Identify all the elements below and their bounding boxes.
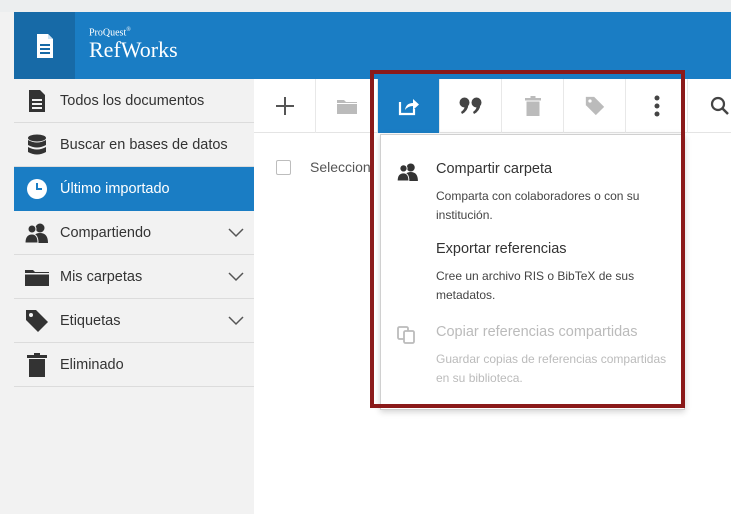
sidebar-item-all-documents[interactable]: Todos los documentos [14,79,254,123]
folder-icon [336,99,357,114]
tag-icon [26,309,48,332]
chevron-down-icon[interactable] [218,315,254,326]
tag-button[interactable] [564,79,626,133]
brand: ProQuest® RefWorks [89,25,178,62]
add-button[interactable] [254,79,316,133]
search-icon [710,96,729,115]
menu-item-description: Cree un archivo RIS o BibTeX de sus meta… [436,269,635,302]
sidebar-item-label: Todos los documentos [60,92,205,109]
sidebar-item-label: Compartiendo [60,224,152,241]
toolbar [254,79,731,133]
sidebar: Todos los documentos Buscar en bases de … [14,79,254,514]
sidebar-item-label: Etiquetas [60,312,121,329]
plus-icon [275,97,294,115]
menu-item-description: Guardar copias de referencias compartida… [436,352,667,385]
cite-button[interactable] [440,79,502,133]
sidebar-item-deleted[interactable]: Eliminado [14,343,254,387]
share-icon [398,99,419,116]
select-all-row: Seleccion [276,159,371,175]
select-all-checkbox[interactable] [276,159,291,175]
sidebar-item-search-databases[interactable]: Buscar en bases de datos [14,123,254,167]
more-vertical-icon [654,95,659,117]
app-logo[interactable] [14,12,75,79]
users-icon [25,223,48,243]
folder-icon [25,269,49,286]
share-dropdown-menu: Compartir carpeta Comparta con colaborad… [380,134,685,410]
menu-item-title: Copiar referencias compartidas [436,324,638,340]
menu-item-title: Compartir carpeta [436,161,553,177]
tag-icon [585,96,604,116]
trash-icon [524,96,541,116]
sidebar-item-sharing[interactable]: Compartiendo [14,211,254,255]
clock-icon [27,178,47,199]
brand-refworks: RefWorks [89,37,178,63]
chevron-down-icon[interactable] [218,227,254,238]
add-to-folder-button[interactable] [316,79,378,133]
users-icon [396,163,418,182]
menu-item-description: Comparta con colaboradores o con su inst… [436,189,640,222]
sidebar-item-last-imported[interactable]: Último importado [14,167,254,211]
trash-icon [27,352,47,377]
share-button[interactable] [378,79,440,133]
sidebar-item-label: Mis carpetas [60,268,143,285]
copy-icon [397,326,415,344]
more-options-button[interactable] [626,79,688,133]
document-icon [29,89,45,112]
top-strip [0,0,731,12]
delete-button[interactable] [502,79,564,133]
chevron-down-icon[interactable] [218,271,254,282]
sidebar-item-label: Eliminado [60,356,124,373]
quote-icon [459,97,481,114]
sidebar-item-label: Buscar en bases de datos [60,136,228,153]
database-icon [28,134,46,154]
menu-item-title: Exportar referencias [436,241,567,257]
sidebar-item-tags[interactable]: Etiquetas [14,299,254,343]
brand-registered-mark: ® [126,27,131,33]
app-header: ProQuest® RefWorks [14,12,731,79]
search-button[interactable] [688,79,731,133]
document-icon [36,33,53,58]
sidebar-item-my-folders[interactable]: Mis carpetas [14,255,254,299]
sidebar-item-label: Último importado [60,180,170,197]
select-all-label: Seleccion [310,159,371,175]
